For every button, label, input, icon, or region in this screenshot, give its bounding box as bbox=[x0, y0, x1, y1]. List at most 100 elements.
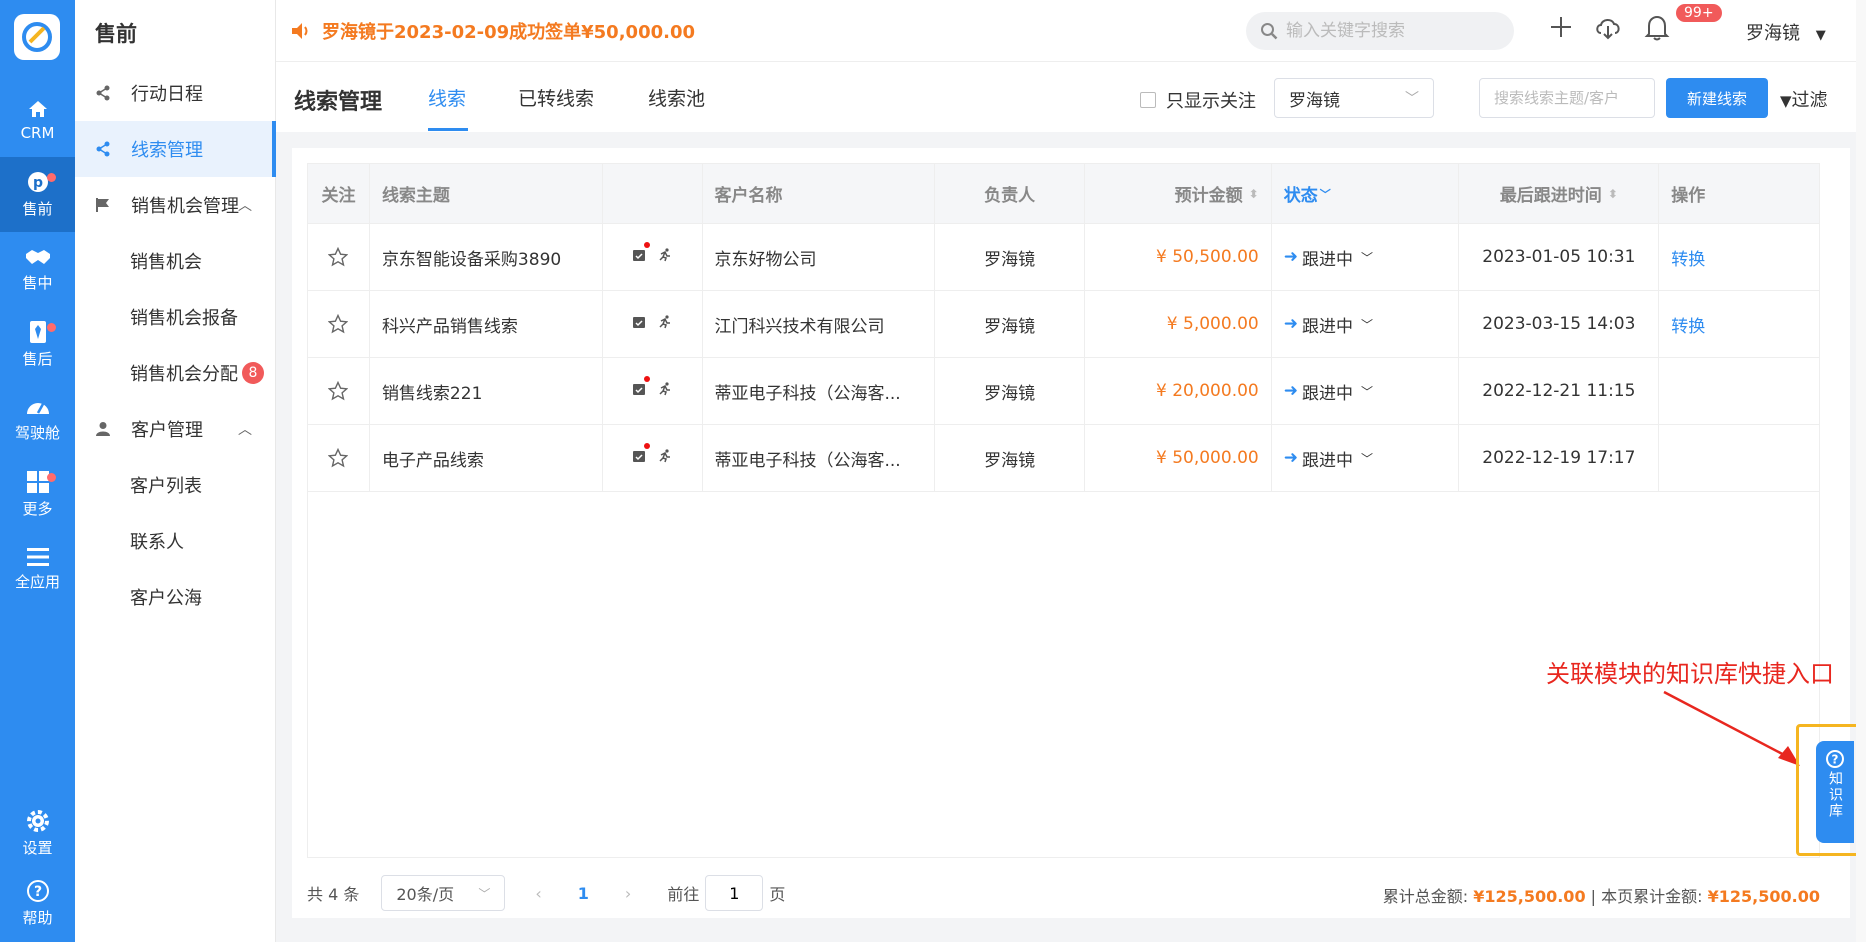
sidebar-item-opportunity-report[interactable]: 销售机会报备 bbox=[75, 289, 276, 345]
cell-last-time: 2023-01-05 10:31 bbox=[1459, 224, 1660, 290]
pagination: 共 4 条 20条/页 ﹀ ‹ 1 › 前往 页 bbox=[307, 875, 785, 911]
rail-item-insale[interactable]: 售中 bbox=[0, 232, 75, 307]
convert-link[interactable] bbox=[1659, 425, 1819, 491]
convert-link[interactable]: 转换 bbox=[1659, 224, 1819, 290]
col-action: 操作 bbox=[1671, 186, 1706, 206]
calendar-icon[interactable] bbox=[632, 376, 651, 401]
global-search-input[interactable] bbox=[1286, 21, 1496, 41]
cell-last-time: 2023-03-15 14:03 bbox=[1459, 291, 1660, 357]
add-icon[interactable] bbox=[1548, 14, 1574, 45]
convert-link[interactable]: 转换 bbox=[1659, 291, 1819, 357]
cell-icons bbox=[603, 224, 703, 290]
calendar-icon[interactable] bbox=[632, 443, 651, 468]
col-last-time[interactable]: 最后跟进时间 ⬍ bbox=[1459, 164, 1660, 223]
sidebar-item-opportunity-mgmt[interactable]: 销售机会管理 ︿ bbox=[75, 177, 276, 233]
convert-link[interactable] bbox=[1659, 358, 1819, 424]
sidebar-item-leads[interactable]: 线索管理 bbox=[75, 121, 276, 177]
notification-dot bbox=[47, 323, 56, 332]
sidebar-item-customer-list[interactable]: 客户列表 bbox=[75, 457, 276, 513]
col-status[interactable]: 状态 ﹀ bbox=[1272, 164, 1460, 223]
svg-text:p: p bbox=[32, 175, 42, 191]
sidebar-item-schedule[interactable]: 行动日程 bbox=[75, 65, 276, 121]
app-logo[interactable] bbox=[14, 14, 60, 60]
total-amount-value: ¥125,500.00 bbox=[1473, 887, 1586, 906]
table-row[interactable]: 电子产品线索 蒂亚电子科技（公海客... 罗海镜 ¥ 50,000.00 ➜ 跟进… bbox=[308, 425, 1819, 492]
cell-icons bbox=[603, 425, 703, 491]
home-icon bbox=[28, 100, 47, 117]
next-page-icon[interactable]: › bbox=[625, 884, 631, 903]
announcement[interactable]: 罗海镜于2023-02-09成功签单¥50,000.00 bbox=[290, 18, 695, 44]
knowledge-base-label: 知识库 bbox=[1827, 771, 1843, 819]
sidebar-item-label: 线索管理 bbox=[131, 140, 203, 161]
bell-icon[interactable] bbox=[1644, 14, 1670, 47]
star-icon[interactable] bbox=[308, 358, 370, 424]
annotation-arrow bbox=[1663, 690, 1800, 766]
checkbox[interactable] bbox=[1140, 92, 1156, 108]
sidebar-item-label: 客户列表 bbox=[130, 476, 202, 497]
owner-select[interactable]: 罗海镜 ﹀ bbox=[1274, 78, 1434, 118]
rail-item-presale[interactable]: p 售前 bbox=[0, 157, 75, 232]
scrollbar[interactable] bbox=[1856, 0, 1866, 942]
sidebar-item-label: 行动日程 bbox=[131, 84, 203, 105]
cell-status[interactable]: ➜ 跟进中 ﹀ bbox=[1272, 358, 1460, 424]
col-subject: 线索主题 bbox=[370, 164, 603, 223]
star-icon[interactable] bbox=[308, 425, 370, 491]
tab-leads[interactable]: 线索 bbox=[428, 84, 466, 111]
chevron-down-icon: ﹀ bbox=[1360, 317, 1373, 332]
run-icon[interactable] bbox=[658, 314, 672, 334]
cloud-download-icon[interactable] bbox=[1594, 14, 1622, 45]
rail-item-settings[interactable]: 设置 bbox=[0, 796, 75, 871]
rail-item-more[interactable]: 更多 bbox=[0, 457, 75, 532]
cell-status[interactable]: ➜ 跟进中 ﹀ bbox=[1272, 425, 1460, 491]
sidebar-item-customer-pool[interactable]: 客户公海 bbox=[75, 569, 276, 625]
rail-item-help[interactable]: ? 帮助 bbox=[0, 866, 75, 941]
cell-owner: 罗海镜 bbox=[935, 291, 1085, 357]
rail-label: 全应用 bbox=[14, 573, 60, 591]
table-row[interactable]: 京东智能设备采购3890 京东好物公司 罗海镜 ¥ 50,500.00 ➜ 跟进中… bbox=[308, 224, 1819, 291]
new-lead-button[interactable]: 新建线索 bbox=[1666, 78, 1768, 118]
filter-button[interactable]: ▼过滤 bbox=[1780, 86, 1828, 112]
only-follow-toggle[interactable]: 只显示关注 bbox=[1140, 87, 1256, 113]
cell-status[interactable]: ➜ 跟进中 ﹀ bbox=[1272, 291, 1460, 357]
lead-search-input[interactable] bbox=[1479, 78, 1655, 118]
page-size-select[interactable]: 20条/页 ﹀ bbox=[381, 875, 506, 911]
star-icon[interactable] bbox=[308, 291, 370, 357]
rail-label: CRM bbox=[20, 123, 55, 142]
rail-label: 驾驶舱 bbox=[14, 424, 60, 442]
cell-customer: 京东好物公司 bbox=[703, 224, 936, 290]
rail-item-aftersale[interactable]: 售后 bbox=[0, 307, 75, 382]
table-row[interactable]: 销售线索221 蒂亚电子科技（公海客... 罗海镜 ¥ 20,000.00 ➜ 跟… bbox=[308, 358, 1819, 425]
run-icon[interactable] bbox=[658, 448, 672, 468]
sidebar-item-opportunity[interactable]: 销售机会 bbox=[75, 233, 276, 289]
col-amount-label: 预计金额 bbox=[1174, 186, 1243, 206]
tab-lead-pool[interactable]: 线索池 bbox=[648, 84, 705, 111]
page-number[interactable]: 1 bbox=[578, 884, 589, 903]
status-text: 跟进中 bbox=[1301, 249, 1353, 270]
calendar-icon[interactable] bbox=[632, 314, 646, 334]
page-header: 线索管理 线索 已转线索 线索池 只显示关注 罗海镜 ﹀ 新建线索 ▼过滤 bbox=[276, 62, 1866, 132]
cell-status[interactable]: ➜ 跟进中 ﹀ bbox=[1272, 224, 1460, 290]
prev-page-icon[interactable]: ‹ bbox=[535, 884, 541, 903]
cell-subject: 电子产品线索 bbox=[370, 425, 603, 491]
rail-label: 更多 bbox=[22, 500, 53, 518]
rail-item-all-apps[interactable]: 全应用 bbox=[0, 532, 75, 607]
run-icon[interactable] bbox=[658, 381, 672, 401]
run-icon[interactable] bbox=[658, 247, 672, 267]
sidebar-item-opportunity-assign[interactable]: 销售机会分配 8 bbox=[75, 345, 276, 401]
calendar-icon[interactable] bbox=[632, 242, 651, 267]
tab-converted-leads[interactable]: 已转线索 bbox=[518, 84, 594, 111]
user-menu[interactable]: 罗海镜 ▼ bbox=[1746, 19, 1826, 45]
knowledge-base-button[interactable]: ? 知识库 bbox=[1816, 741, 1854, 843]
sidebar-item-label: 客户公海 bbox=[130, 588, 202, 609]
notification-dot bbox=[47, 173, 56, 182]
table-row[interactable]: 科兴产品销售线索 江门科兴技术有限公司 罗海镜 ¥ 5,000.00 ➜ 跟进中 ﹀… bbox=[308, 291, 1819, 358]
col-icons bbox=[603, 164, 703, 223]
rail-item-cockpit[interactable]: 驾驶舱 bbox=[0, 382, 75, 457]
sidebar-item-contacts[interactable]: 联系人 bbox=[75, 513, 276, 569]
sort-icon: ⬍ bbox=[1607, 186, 1618, 201]
goto-page-input[interactable] bbox=[705, 875, 764, 911]
star-icon[interactable] bbox=[308, 224, 370, 290]
col-amount[interactable]: 预计金额 ⬍ bbox=[1085, 164, 1272, 223]
rail-item-crm[interactable]: CRM bbox=[0, 82, 75, 157]
sidebar-item-customer-mgmt[interactable]: 客户管理 ︿ bbox=[75, 401, 276, 457]
